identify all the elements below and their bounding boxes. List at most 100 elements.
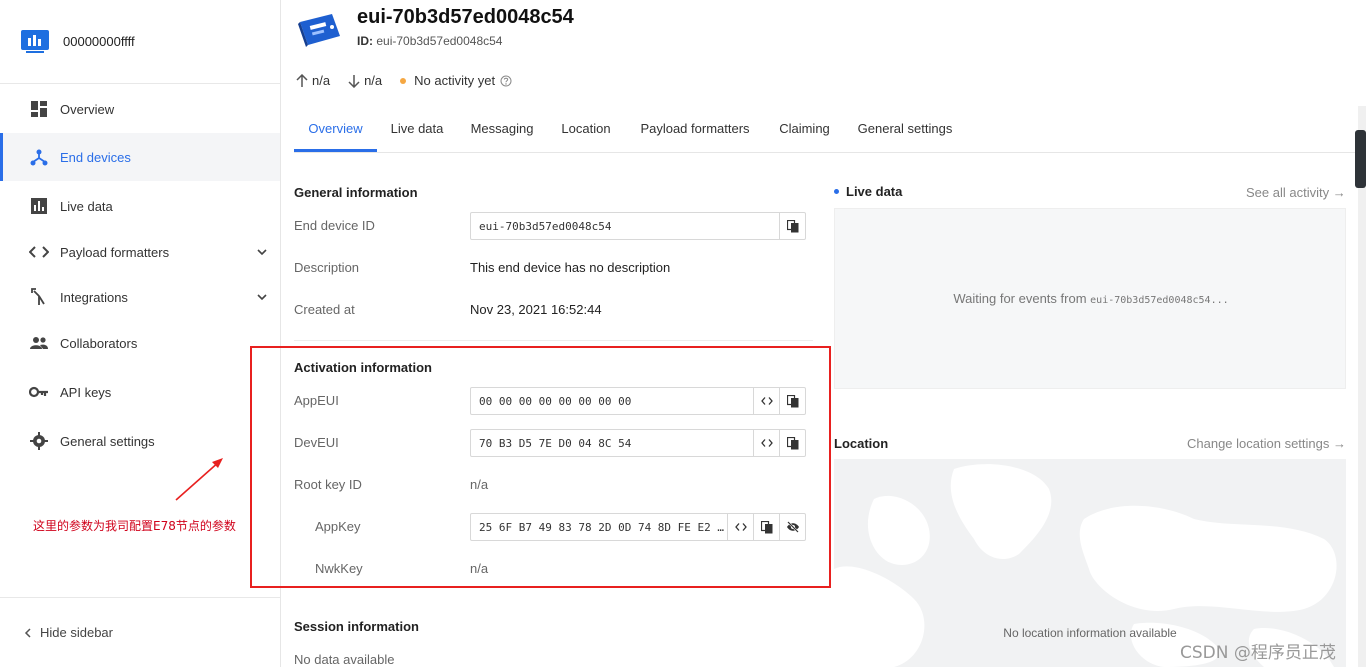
- device-tabs: Overview Live data Messaging Location Pa…: [294, 112, 1366, 153]
- tab-location[interactable]: Location: [556, 112, 616, 152]
- created-at-label: Created at: [294, 302, 355, 317]
- end-device-id-label: End device ID: [294, 218, 375, 233]
- description-label: Description: [294, 260, 360, 275]
- sidebar-item-label: End devices: [60, 149, 131, 165]
- downlink-value: n/a: [364, 73, 383, 88]
- help-icon[interactable]: [500, 75, 512, 87]
- nwkkey-value: n/a: [470, 561, 489, 576]
- uplink-value: n/a: [312, 73, 331, 88]
- sidebar-item-end-devices[interactable]: End devices: [0, 133, 280, 181]
- chevron-left-icon: [24, 627, 31, 638]
- uplink-stat: n/a: [296, 73, 330, 88]
- hide-sidebar-button[interactable]: Hide sidebar: [24, 625, 113, 640]
- nwkkey-label: NwkKey: [315, 561, 363, 576]
- sidebar-item-collaborators[interactable]: Collaborators: [0, 319, 280, 367]
- app-logo-icon: [20, 27, 50, 57]
- sidebar-item-api-keys[interactable]: API keys: [0, 368, 280, 416]
- root-key-id-label: Root key ID: [294, 477, 362, 492]
- tab-claiming[interactable]: Claiming: [773, 112, 836, 152]
- device-stats: n/a n/a No activity yet: [296, 73, 534, 88]
- bar-chart-icon: [29, 196, 49, 216]
- see-all-activity-link[interactable]: See all activity →: [1246, 185, 1346, 200]
- deveui-value[interactable]: 70 B3 D5 7E D0 04 8C 54: [471, 437, 753, 450]
- appeui-value[interactable]: 00 00 00 00 00 00 00 00: [471, 395, 753, 408]
- location-title: Location: [834, 436, 889, 451]
- appkey-label: AppKey: [315, 519, 361, 534]
- sidebar: 00000000ffff Overview End devices Live d…: [0, 0, 281, 667]
- page-scrollbar[interactable]: [1358, 106, 1366, 667]
- end-device-id-value[interactable]: eui-70b3d57ed0048c54: [471, 220, 779, 233]
- tab-payload-formatters[interactable]: Payload formatters: [634, 112, 756, 152]
- chevron-down-icon[interactable]: [256, 246, 268, 258]
- appeui-label: AppEUI: [294, 393, 339, 408]
- session-empty-text: No data available: [294, 652, 395, 667]
- root-key-id-value: n/a: [470, 477, 489, 492]
- toggle-format-button[interactable]: [727, 514, 753, 540]
- change-location-settings-link[interactable]: Change location settings →: [1187, 436, 1346, 451]
- copy-button[interactable]: [779, 213, 805, 239]
- watermark: CSDN @程序员正茂: [1180, 643, 1336, 663]
- tab-overview[interactable]: Overview: [294, 112, 377, 152]
- app-header: 00000000ffff: [0, 0, 280, 84]
- annotation-arrow: [175, 458, 223, 501]
- sidebar-item-live-data[interactable]: Live data: [0, 182, 280, 230]
- live-data-title-text: Live data: [846, 184, 903, 199]
- activation-info-title: Activation information: [294, 360, 432, 375]
- people-icon: [29, 333, 49, 353]
- appkey-field: 25 6F B7 49 83 78 2D 0D 74 8D FE E2 0…: [470, 513, 806, 541]
- device-icon: [298, 14, 340, 47]
- eye-off-icon: [786, 521, 799, 533]
- sidebar-item-integrations[interactable]: Integrations: [0, 273, 280, 321]
- code-icon: [29, 242, 49, 262]
- sidebar-item-label: Collaborators: [60, 335, 138, 351]
- copy-button[interactable]: [779, 388, 805, 414]
- copy-icon: [786, 394, 798, 407]
- hide-value-button[interactable]: [779, 514, 805, 540]
- dashboard-icon: [29, 99, 49, 119]
- toggle-format-button[interactable]: [753, 430, 779, 456]
- device-id-value: eui-70b3d57ed0048c54: [376, 34, 503, 48]
- appkey-value[interactable]: 25 6F B7 49 83 78 2D 0D 74 8D FE E2 0…: [471, 521, 727, 534]
- activity-text: No activity yet: [414, 73, 496, 88]
- tab-general-settings[interactable]: General settings: [854, 112, 956, 152]
- copy-icon: [786, 436, 798, 449]
- section-divider: [294, 340, 813, 341]
- live-data-panel: Waiting for events from eui-70b3d57ed004…: [834, 208, 1346, 389]
- device-hub-icon: [29, 147, 49, 167]
- live-indicator-dot: [834, 189, 839, 194]
- code-icon: [734, 523, 747, 531]
- end-device-id-field: eui-70b3d57ed0048c54: [470, 212, 806, 240]
- sidebar-item-label: Payload formatters: [60, 244, 170, 260]
- sidebar-item-label: Integrations: [60, 289, 128, 305]
- activity-dot: [400, 77, 407, 84]
- session-info-title: Session information: [294, 619, 419, 634]
- code-icon: [760, 397, 773, 405]
- hide-sidebar-label: Hide sidebar: [40, 625, 113, 640]
- waiting-events-text: Waiting for events from eui-70b3d57ed004…: [835, 291, 1347, 306]
- sidebar-item-overview[interactable]: Overview: [0, 85, 280, 133]
- deveui-label: DevEUI: [294, 435, 339, 450]
- sidebar-item-label: API keys: [60, 384, 112, 400]
- copy-button[interactable]: [779, 430, 805, 456]
- copy-button[interactable]: [753, 514, 779, 540]
- copy-icon: [760, 520, 772, 533]
- deveui-field: 70 B3 D5 7E D0 04 8C 54: [470, 429, 806, 457]
- sidebar-item-label: General settings: [60, 433, 155, 449]
- code-icon: [760, 439, 773, 447]
- location-map: No location information available: [834, 459, 1346, 667]
- downlink-stat: n/a: [348, 73, 382, 88]
- arrow-down-icon: [348, 74, 360, 88]
- sidebar-item-payload-formatters[interactable]: Payload formatters: [0, 228, 280, 276]
- tab-live-data[interactable]: Live data: [383, 112, 451, 152]
- tab-messaging[interactable]: Messaging: [464, 112, 540, 152]
- device-title: eui-70b3d57ed0048c54: [357, 6, 574, 28]
- chevron-down-icon[interactable]: [256, 291, 268, 303]
- live-data-title: Live data: [834, 184, 902, 199]
- sidebar-item-label: Overview: [60, 101, 115, 117]
- device-id: ID: eui-70b3d57ed0048c54: [357, 34, 502, 48]
- scroll-thumb[interactable]: [1355, 130, 1366, 188]
- device-id-label: ID:: [357, 34, 373, 48]
- sidebar-item-general-settings[interactable]: General settings: [0, 417, 280, 465]
- toggle-format-button[interactable]: [753, 388, 779, 414]
- sidebar-footer: Hide sidebar: [0, 597, 280, 667]
